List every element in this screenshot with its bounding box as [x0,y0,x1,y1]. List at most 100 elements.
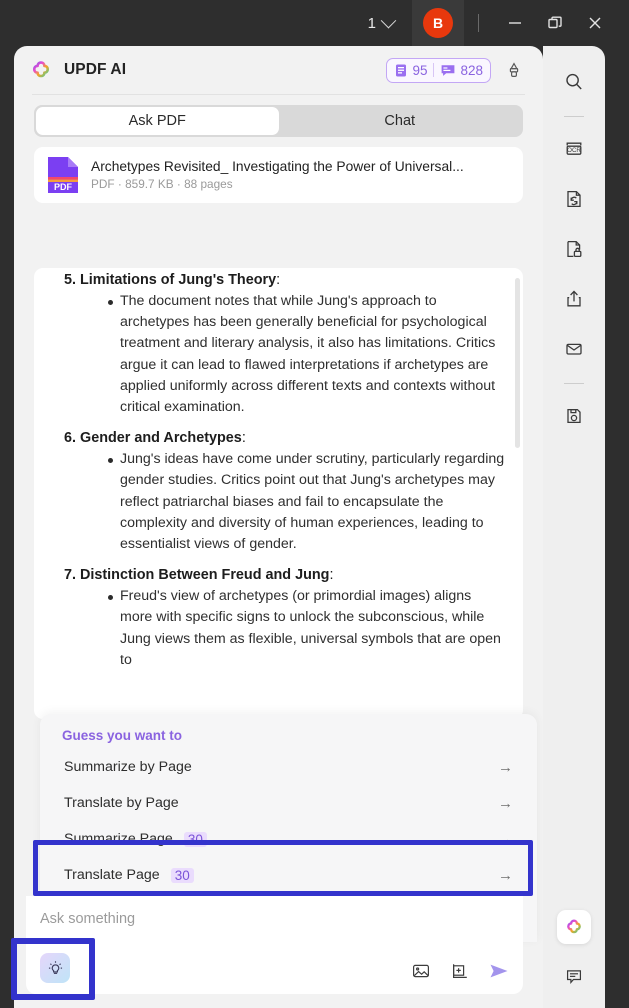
comment-button[interactable] [556,958,592,994]
file-meta: Archetypes Revisited_ Investigating the … [91,159,464,191]
credits-divider [433,63,435,77]
message-composer: Ask something [26,896,523,994]
save-icon [567,408,581,424]
minimize-icon [509,22,521,24]
page-number: 1 [367,14,376,32]
convert-button[interactable] [556,181,592,217]
heading-suffix: : [241,430,246,447]
suggestion-translate-by-page[interactable]: Translate by Page → [54,785,523,821]
ask-input[interactable]: Ask something [40,911,135,927]
file-subtitle: PDF · 859.7 KB · 88 pages [91,177,233,191]
svg-text:PDF: PDF [54,182,73,192]
bullet-text: Freud's view of archetypes (or primordia… [120,588,501,668]
close-icon [589,17,601,29]
account-avatar-button[interactable]: B [412,0,464,46]
search-button[interactable] [556,64,592,100]
suggestion-summarize-page[interactable]: Summarize Page 30 → [54,821,523,857]
share-button[interactable] [556,281,592,317]
page-credits-value: 95 [412,62,428,78]
updf-ai-icon [567,919,581,934]
restore-icon [548,16,562,29]
page-selector[interactable]: 1 [362,11,400,36]
answer-bullet: Jung's ideas have come under scrutiny, p… [108,449,507,555]
bullet-dot-icon [108,595,113,601]
answer-bullet: Freud's view of archetypes (or primordia… [108,586,507,671]
chevron-down-icon [380,12,397,28]
lightbulb-icon [48,960,62,974]
comment-icon [566,970,582,985]
suggestion-label: Translate by Page [64,795,179,811]
pdf-file-icon: PDF [48,157,78,193]
lock-icon [567,240,582,258]
brush-button[interactable] [501,57,527,83]
mode-tabs: Ask PDF Chat [34,105,523,137]
bullet-text: The document notes that while Jung's app… [120,293,496,416]
email-button[interactable] [556,331,592,367]
chat-icon [442,64,455,76]
answer-panel: 5. Limitations of Jung's Theory: The doc… [34,268,523,719]
ocr-button[interactable]: OCR [556,131,592,167]
send-icon [490,964,508,978]
file-name: Archetypes Revisited_ Investigating the … [91,159,464,174]
updf-ai-logo-icon [33,61,49,78]
answer-bullet: The document notes that while Jung's app… [108,291,507,418]
bullet-text: Jung's ideas have come under scrutiny, p… [120,451,505,553]
credits-badge[interactable]: 95 828 [386,57,491,83]
bullet-dot-icon [108,458,113,464]
suggestions-toggle-button[interactable] [40,953,70,983]
document-icon [396,64,407,76]
answer-scrollbar[interactable] [515,278,520,448]
share-icon [567,290,581,307]
close-button[interactable] [575,3,615,43]
page-badge: 30 [170,867,194,883]
updf-ai-button[interactable] [557,910,591,944]
heading-text: 5. Limitations of Jung's Theory [64,272,277,288]
answer-section-heading: 7. Distinction Between Freud and Jung: [64,567,507,583]
suggestion-label: Summarize by Page [64,759,192,775]
tab-chat[interactable]: Chat [279,107,522,135]
titlebar-divider [478,14,479,32]
suggestion-label: Summarize Page [64,831,173,847]
arrow-right-icon: → [498,794,513,812]
convert-icon [567,190,581,208]
arrow-right-icon: → [498,758,513,776]
suggestion-translate-page[interactable]: Translate Page 30 → [54,857,523,893]
suggestions-title: Guess you want to [62,728,183,743]
suggestion-label: Translate Page [64,867,160,883]
search-icon [566,73,582,90]
attached-file-card[interactable]: PDF Archetypes Revisited_ Investigating … [34,147,523,203]
toolbar-divider [564,383,584,384]
heading-text: 6. Gender and Archetypes [64,430,242,447]
arrow-right-icon: → [498,830,513,848]
message-credits-value: 828 [460,62,483,78]
save-button[interactable] [556,398,592,434]
answer-section-heading: 6. Gender and Archetypes: [64,430,507,446]
brush-icon [509,62,519,78]
answer-section-heading: 5. Limitations of Jung's Theory: [64,272,507,288]
header-divider [32,94,525,95]
heading-text: 7. Distinction Between Freud and Jung [64,567,330,584]
screenshot-icon [452,964,467,978]
ocr-icon: OCR [566,142,582,155]
screenshot-capture-button[interactable] [449,961,469,981]
suggestion-summarize-by-page[interactable]: Summarize by Page → [54,749,523,785]
window-titlebar: 1 B [0,0,629,46]
send-button[interactable] [487,960,511,982]
page-title: UPDF AI [64,61,127,78]
heading-suffix: : [329,567,334,584]
protect-button[interactable] [556,231,592,267]
toolbar-divider [564,116,584,117]
restore-button[interactable] [535,3,575,43]
image-icon [412,964,430,978]
insert-image-button[interactable] [411,961,431,981]
answer-content: 5. Limitations of Jung's Theory: The doc… [34,272,523,671]
arrow-right-icon: → [498,866,513,884]
message-credits: 828 [440,63,483,78]
page-credits: 95 [394,63,427,78]
tab-ask-pdf[interactable]: Ask PDF [36,107,279,135]
bullet-dot-icon [108,300,113,305]
heading-suffix: : [276,272,281,288]
minimize-button[interactable] [495,3,535,43]
svg-text:OCR: OCR [567,147,581,154]
page-badge: 30 [183,831,207,847]
